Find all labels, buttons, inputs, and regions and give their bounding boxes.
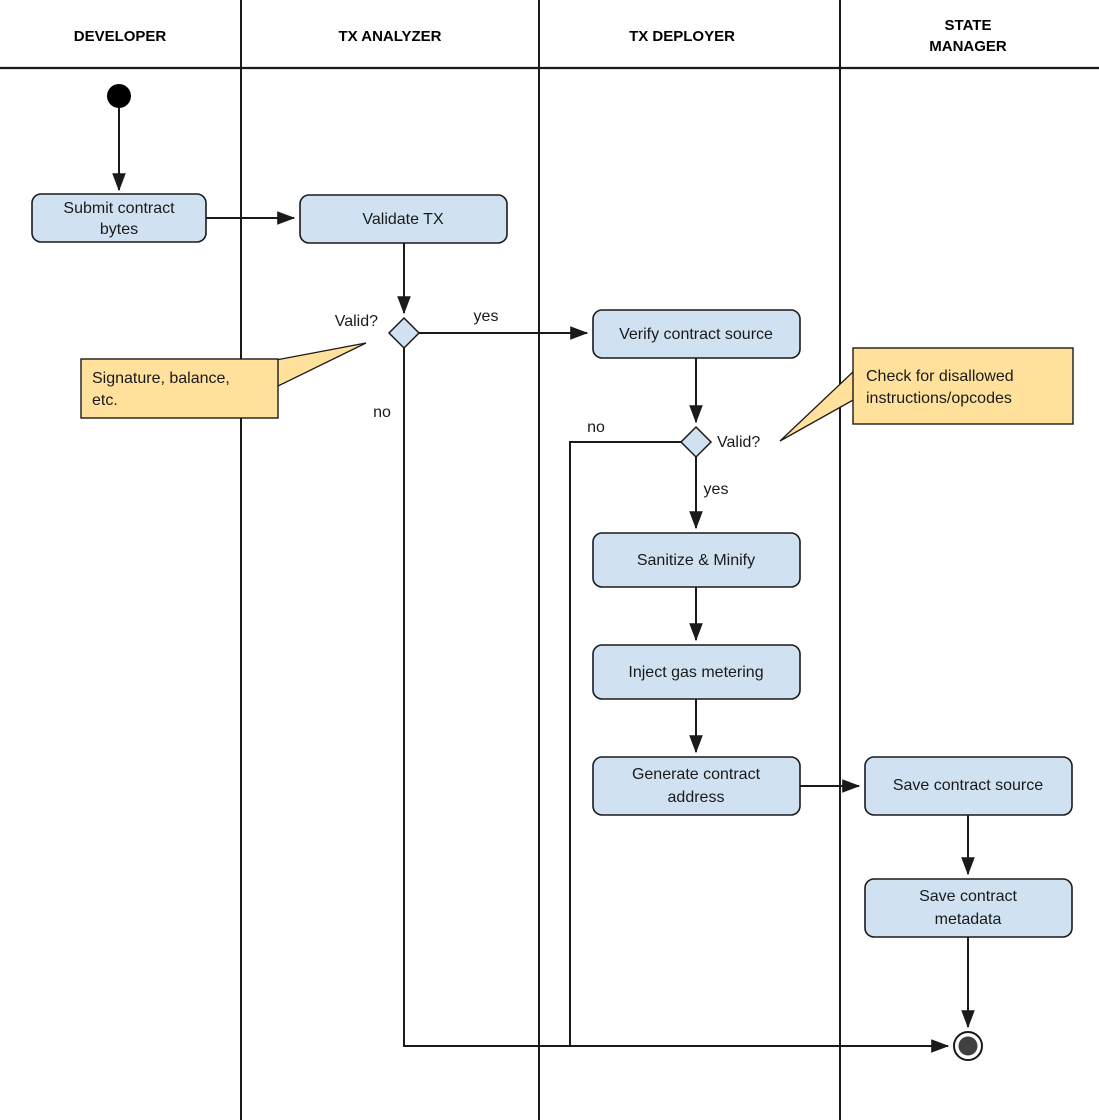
edge-label-valid1-no: no <box>373 404 391 421</box>
svg-text:Inject gas metering: Inject gas metering <box>628 664 763 681</box>
svg-text:etc.: etc. <box>92 392 118 409</box>
activity-label-line1: Submit contract <box>63 200 175 217</box>
svg-text:Save contract: Save contract <box>919 888 1017 905</box>
svg-text:Validate TX: Validate TX <box>362 211 444 228</box>
activity-submit-contract-bytes[interactable]: Submit contract bytes <box>31 193 207 243</box>
lane-title-text-line1: STATE <box>945 17 992 34</box>
edge-label-valid2-yes: yes <box>704 481 729 498</box>
svg-text:Save contract source: Save contract source <box>893 777 1043 794</box>
activity-label-line2: bytes <box>100 221 138 238</box>
lane-title-text: TX ANALYZER <box>338 28 441 45</box>
svg-text:metadata: metadata <box>935 911 1002 928</box>
svg-text:instructions/opcodes: instructions/opcodes <box>866 390 1012 407</box>
edge-label-valid1-yes: yes <box>474 308 499 325</box>
activity-label: Save contract source <box>893 777 1043 794</box>
lane-title-text-line2: MANAGER <box>929 38 1007 55</box>
svg-text:Submit contract: Submit contract <box>63 200 175 217</box>
note-pointer <box>275 342 367 389</box>
svg-text:MANAGER: MANAGER <box>929 38 1007 55</box>
activity-verify-contract-source[interactable]: Verify contract source <box>592 309 801 359</box>
activity-inject-gas-metering[interactable]: Inject gas metering <box>592 644 801 700</box>
lane-title-text: DEVELOPER <box>74 28 167 45</box>
svg-text:TX ANALYZER: TX ANALYZER <box>338 28 441 45</box>
svg-text:bytes: bytes <box>100 221 138 238</box>
note-box <box>852 347 1074 425</box>
swimlane-frame <box>0 0 1099 1120</box>
note-label-line2: etc. <box>92 392 118 409</box>
note-disallowed-opcodes: Check for disallowed instructions/opcode… <box>779 347 1074 442</box>
activity-label-line1: Generate contract <box>632 766 761 783</box>
svg-text:Check for disallowed: Check for disallowed <box>866 368 1014 385</box>
end-node <box>953 1031 983 1061</box>
edge-label-valid2-no: no <box>587 419 605 436</box>
end-node-core <box>958 1036 978 1056</box>
activity-label-line1: Save contract <box>919 888 1017 905</box>
decision-valid-2[interactable]: Valid? <box>679 425 760 459</box>
decision-valid-1[interactable]: Valid? <box>335 313 421 350</box>
svg-text:STATE: STATE <box>945 17 992 34</box>
svg-text:Sanitize & Minify: Sanitize & Minify <box>637 552 755 569</box>
lane-header-tx-deployer: TX DEPLOYER <box>629 28 735 45</box>
lane-header-tx-analyzer: TX ANALYZER <box>338 28 441 45</box>
activity-save-contract-metadata[interactable]: Save contract metadata <box>864 878 1073 938</box>
svg-text:Signature, balance,: Signature, balance, <box>92 370 230 387</box>
lane-header-developer: DEVELOPER <box>74 28 167 45</box>
decision-label-valid-1: Valid? <box>335 313 378 330</box>
activity-label: Inject gas metering <box>628 664 763 681</box>
activity-label: Validate TX <box>362 211 444 228</box>
note-label-line1: Signature, balance, <box>92 370 230 387</box>
svg-text:Verify contract source: Verify contract source <box>619 326 773 343</box>
activity-validate-tx[interactable]: Validate TX <box>299 194 508 244</box>
activity-label: Verify contract source <box>619 326 773 343</box>
decision-diamond[interactable] <box>387 316 421 350</box>
lane-header-state-manager: STATE MANAGER <box>929 17 1007 55</box>
lane-title-text: TX DEPLOYER <box>629 28 735 45</box>
svg-text:DEVELOPER: DEVELOPER <box>74 28 167 45</box>
activity-save-contract-source[interactable]: Save contract source <box>864 756 1073 816</box>
note-pointer <box>779 368 856 442</box>
note-label-line2: instructions/opcodes <box>866 390 1012 407</box>
swimlane-diagram: DEVELOPER TX ANALYZER TX DEPLOYER STATE … <box>0 0 1099 1120</box>
decision-label-valid-2: Valid? <box>717 434 760 451</box>
svg-text:address: address <box>668 789 725 806</box>
note-label-line1: Check for disallowed <box>866 368 1014 385</box>
decision-diamond[interactable] <box>679 425 713 459</box>
activity-diagram-canvas: DEVELOPER TX ANALYZER TX DEPLOYER STATE … <box>0 0 1099 1120</box>
activity-label-line2: address <box>668 789 725 806</box>
note-signature-balance: Signature, balance, etc. <box>80 342 367 419</box>
svg-text:TX DEPLOYER: TX DEPLOYER <box>629 28 735 45</box>
start-node <box>107 84 131 108</box>
activity-generate-contract-address[interactable]: Generate contract address <box>592 756 801 816</box>
svg-text:Generate contract: Generate contract <box>632 766 761 783</box>
activity-sanitize-minify[interactable]: Sanitize & Minify <box>592 532 801 588</box>
activity-label: Sanitize & Minify <box>637 552 755 569</box>
activity-label-line2: metadata <box>935 911 1002 928</box>
